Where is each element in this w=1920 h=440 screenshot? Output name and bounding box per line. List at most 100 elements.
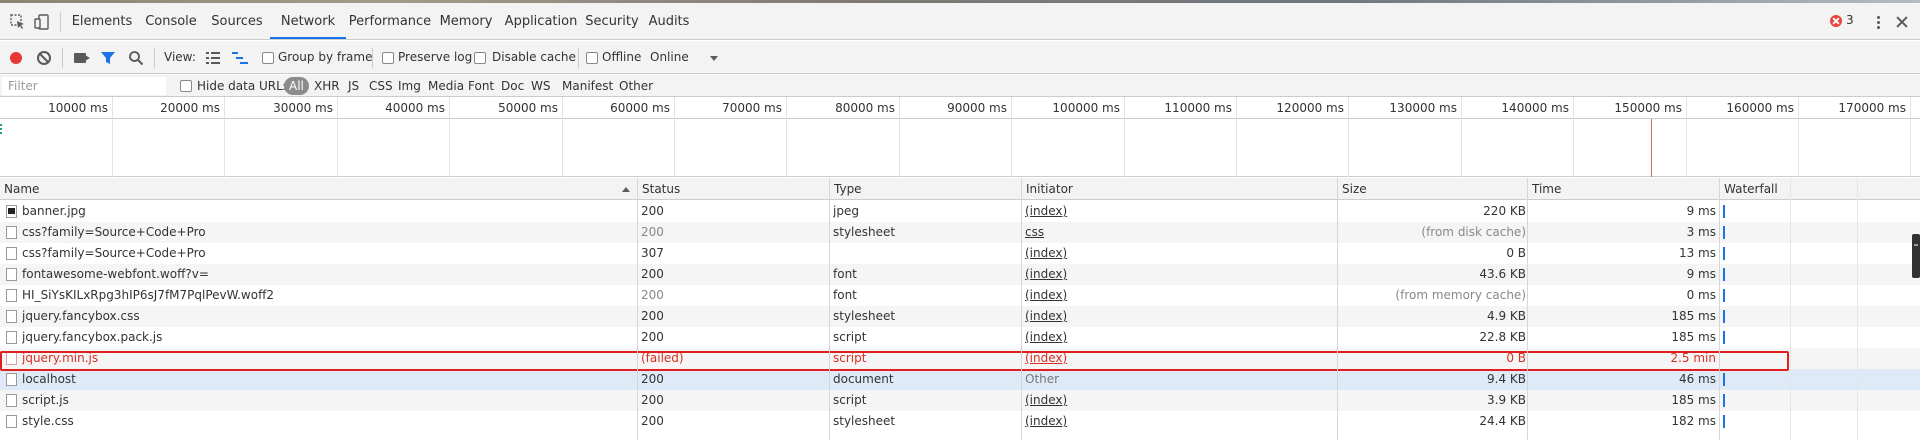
tab-console[interactable]: Console xyxy=(138,3,204,39)
overview-icon[interactable] xyxy=(232,52,248,64)
disable-cache-checkbox[interactable] xyxy=(474,52,486,64)
table-row[interactable]: jquery.fancybox.css 200 stylesheet (index) 4… xyxy=(0,306,1920,327)
group-by-frame-checkbox[interactable] xyxy=(262,52,274,64)
request-time: 3 ms xyxy=(1686,225,1716,239)
filter-type-js[interactable]: JS xyxy=(348,75,359,97)
table-row[interactable]: HI_SiYsKILxRpg3hIP6sJ7fM7PqlPevW.woff2 20… xyxy=(0,285,1920,306)
request-initiator[interactable]: (index) xyxy=(1025,264,1335,285)
table-row[interactable]: jquery.fancybox.pack.js 200 script (index) 2… xyxy=(0,327,1920,348)
filter-type-img[interactable]: Img xyxy=(398,75,421,97)
request-initiator[interactable]: (index) xyxy=(1025,285,1335,306)
timeline-ruler: 10000 ms 20000 ms 30000 ms 40000 ms 50000 ms… xyxy=(0,97,1920,119)
tab-memory[interactable]: Memory xyxy=(434,3,498,39)
search-icon[interactable] xyxy=(128,50,144,66)
tab-elements[interactable]: Elements xyxy=(68,3,136,39)
filter-type-all[interactable]: All xyxy=(284,77,309,95)
timeline-tick: 50000 ms xyxy=(498,101,558,115)
request-time: 0 ms xyxy=(1686,288,1716,302)
large-rows-icon[interactable] xyxy=(206,52,220,64)
column-header-time[interactable]: Time xyxy=(1528,178,1561,200)
tab-network[interactable]: Network xyxy=(270,3,346,39)
timeline-overview[interactable]: 10000 ms 20000 ms 30000 ms 40000 ms 50000 ms… xyxy=(0,97,1920,177)
inspect-element-icon[interactable] xyxy=(10,14,26,30)
table-row[interactable]: script.js 200 script (index) 3.9 KB 185 ms xyxy=(0,390,1920,411)
filter-type-css[interactable]: CSS xyxy=(369,75,393,97)
column-header-name[interactable]: Name xyxy=(0,178,39,200)
timeline-tick: 30000 ms xyxy=(273,101,333,115)
file-icon xyxy=(6,352,17,365)
timeline-tick: 100000 ms xyxy=(1052,101,1120,115)
throttling-select[interactable]: Online xyxy=(650,41,689,74)
tab-security[interactable]: Security xyxy=(582,3,642,39)
toolbar-divider xyxy=(578,48,579,68)
column-divider xyxy=(1719,178,1720,440)
more-options-icon[interactable] xyxy=(1870,14,1886,30)
request-time: 2.5 min xyxy=(1670,351,1716,365)
timeline-gridline xyxy=(1686,97,1687,177)
tab-performance[interactable]: Performance xyxy=(346,3,434,39)
request-status: 307 xyxy=(641,246,664,260)
device-toolbar-icon[interactable] xyxy=(34,14,50,30)
error-icon[interactable] xyxy=(1830,15,1842,27)
request-initiator[interactable]: (index) xyxy=(1025,201,1335,222)
table-row[interactable]: banner.jpg 200 jpeg (index) 220 KB 9 ms xyxy=(0,201,1920,222)
request-name: css?family=Source+Code+Pro xyxy=(22,246,206,260)
filter-type-manifest[interactable]: Manifest xyxy=(562,75,613,97)
filter-type-media[interactable]: Media xyxy=(428,75,464,97)
column-header-size[interactable]: Size xyxy=(1338,178,1367,200)
filter-type-ws[interactable]: WS xyxy=(531,75,550,97)
filter-type-font[interactable]: Font xyxy=(468,75,494,97)
preserve-log-checkbox[interactable] xyxy=(382,52,394,64)
timeline-tick: 90000 ms xyxy=(947,101,1007,115)
timeline-gridline xyxy=(1011,97,1012,177)
request-type: script xyxy=(833,330,867,344)
request-initiator[interactable]: (index) xyxy=(1025,327,1335,348)
request-initiator[interactable]: (index) xyxy=(1025,411,1335,432)
timeline-tick: 20000 ms xyxy=(160,101,220,115)
table-row[interactable]: css?family=Source+Code+Pro 200 stylesheet c… xyxy=(0,222,1920,243)
column-divider xyxy=(1527,178,1528,440)
column-header-initiator[interactable]: Initiator xyxy=(1022,178,1073,200)
table-row[interactable]: css?family=Source+Code+Pro 307 (index) 0 B 1… xyxy=(0,243,1920,264)
request-initiator[interactable]: (index) xyxy=(1025,390,1335,411)
timeline-tick: 60000 ms xyxy=(610,101,670,115)
hide-data-urls-checkbox[interactable] xyxy=(180,80,192,92)
filter-input[interactable] xyxy=(2,77,166,95)
column-header-type[interactable]: Type xyxy=(830,178,862,200)
filter-icon[interactable] xyxy=(100,50,116,66)
capture-screenshots-icon[interactable] xyxy=(74,53,90,63)
timeline-tick: 40000 ms xyxy=(385,101,445,115)
record-icon[interactable] xyxy=(10,52,22,64)
table-row[interactable]: localhost 200 document Other 9.4 KB 46 ms xyxy=(0,369,1920,390)
tab-audits[interactable]: Audits xyxy=(642,3,696,39)
filter-type-doc[interactable]: Doc xyxy=(501,75,524,97)
table-row[interactable]: jquery.min.js (failed) script (index) 0 B 2.5… xyxy=(0,348,1920,369)
request-initiator[interactable]: (index) xyxy=(1025,348,1335,369)
request-type: document xyxy=(833,372,894,386)
throttling-dropdown-icon[interactable] xyxy=(710,56,718,61)
timeline-gridline xyxy=(1348,97,1349,177)
timeline-gridline xyxy=(1573,97,1574,177)
column-header-status[interactable]: Status xyxy=(638,178,680,200)
close-devtools-icon[interactable] xyxy=(1894,14,1910,30)
sort-ascending-icon[interactable] xyxy=(622,187,630,192)
filter-type-xhr[interactable]: XHR xyxy=(314,75,340,97)
request-size: 22.8 KB xyxy=(1479,330,1526,344)
request-type: font xyxy=(833,267,857,281)
request-initiator[interactable]: css xyxy=(1025,222,1335,243)
request-time: 9 ms xyxy=(1686,204,1716,218)
column-header-waterfall[interactable]: Waterfall xyxy=(1720,178,1778,200)
table-row[interactable]: style.css 200 stylesheet (index) 24.4 KB 182 … xyxy=(0,411,1920,432)
tab-sources[interactable]: Sources xyxy=(206,3,268,39)
filter-type-other[interactable]: Other xyxy=(619,75,653,97)
clear-icon[interactable] xyxy=(37,51,51,65)
error-count[interactable]: 3 xyxy=(1846,13,1854,27)
timeline-gridline xyxy=(1236,97,1237,177)
tab-application[interactable]: Application xyxy=(500,3,582,39)
request-size: 43.6 KB xyxy=(1479,267,1526,281)
scrollbar-handle[interactable] xyxy=(1912,234,1920,278)
request-initiator[interactable]: (index) xyxy=(1025,306,1335,327)
offline-checkbox[interactable] xyxy=(586,52,598,64)
table-row[interactable]: fontawesome-webfont.woff?v= 200 font (index… xyxy=(0,264,1920,285)
request-initiator[interactable]: (index) xyxy=(1025,243,1335,264)
